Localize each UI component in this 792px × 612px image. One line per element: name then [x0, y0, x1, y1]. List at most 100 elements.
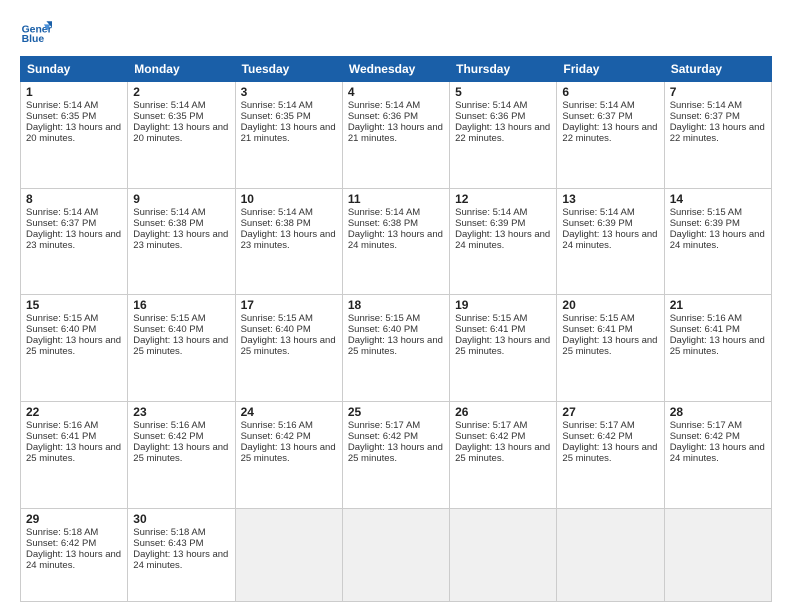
sunset-label: Sunset: 6:39 PM [562, 218, 632, 229]
day-cell-18: 18Sunrise: 5:15 AMSunset: 6:40 PMDayligh… [342, 295, 449, 402]
week-row-4: 22 Sunrise: 5:16 AM Sunset: 6:41 PM Dayligh… [21, 401, 772, 508]
weekday-header-saturday: Saturday [664, 57, 771, 82]
day-cell-16: 16Sunrise: 5:15 AMSunset: 6:40 PMDayligh… [128, 295, 235, 402]
day-number: 16 [133, 298, 229, 312]
sunrise-label: Sunrise: 5:15 AM [562, 313, 634, 324]
day-number: 4 [348, 85, 444, 99]
day-cell-14: 14Sunrise: 5:15 AMSunset: 6:39 PMDayligh… [664, 188, 771, 295]
day-cell-24: 24Sunrise: 5:16 AMSunset: 6:42 PMDayligh… [235, 401, 342, 508]
sunset-label: Sunset: 6:38 PM [133, 218, 203, 229]
sunrise-label: Sunrise: 5:14 AM [562, 207, 634, 218]
day-number: 22 [26, 405, 122, 419]
day-number: 7 [670, 85, 766, 99]
sunset-label: Sunset: 6:41 PM [26, 431, 96, 442]
sunrise-label: Sunrise: 5:14 AM [241, 100, 313, 111]
daylight-label: Daylight: 13 hours and 24 minutes. [133, 549, 228, 571]
sunset-label: Sunset: 6:39 PM [455, 218, 525, 229]
svg-text:Blue: Blue [22, 34, 45, 45]
sunrise-label: Sunrise: 5:16 AM [133, 420, 205, 431]
sunset-label: Sunset: 6:38 PM [348, 218, 418, 229]
day-cell-23: 23Sunrise: 5:16 AMSunset: 6:42 PMDayligh… [128, 401, 235, 508]
day-cell-17: 17Sunrise: 5:15 AMSunset: 6:40 PMDayligh… [235, 295, 342, 402]
sunset-label: Sunset: 6:35 PM [241, 111, 311, 122]
weekday-header-row: SundayMondayTuesdayWednesdayThursdayFrid… [21, 57, 772, 82]
daylight-label: Daylight: 13 hours and 25 minutes. [133, 442, 228, 464]
day-number: 2 [133, 85, 229, 99]
empty-cell [557, 508, 664, 601]
sunset-label: Sunset: 6:37 PM [562, 111, 632, 122]
calendar-table: SundayMondayTuesdayWednesdayThursdayFrid… [20, 56, 772, 602]
sunset-label: Sunset: 6:41 PM [670, 324, 740, 335]
sunrise-label: Sunrise: 5:16 AM [241, 420, 313, 431]
sunrise-label: Sunrise: 5:18 AM [26, 527, 98, 538]
day-cell-9: 9Sunrise: 5:14 AMSunset: 6:38 PMDaylight… [128, 188, 235, 295]
top-section: General Blue [20, 18, 772, 50]
sunrise-label: Sunrise: 5:14 AM [455, 207, 527, 218]
sunrise-label: Sunrise: 5:16 AM [670, 313, 742, 324]
sunrise-label: Sunrise: 5:14 AM [133, 100, 205, 111]
sunrise-label: Sunrise: 5:14 AM [133, 207, 205, 218]
day-cell-10: 10Sunrise: 5:14 AMSunset: 6:38 PMDayligh… [235, 188, 342, 295]
day-cell-1: 1Sunrise: 5:14 AMSunset: 6:35 PMDaylight… [21, 82, 128, 189]
day-number: 24 [241, 405, 337, 419]
sunset-label: Sunset: 6:42 PM [348, 431, 418, 442]
empty-cell [450, 508, 557, 601]
daylight-label: Daylight: 13 hours and 23 minutes. [241, 229, 336, 251]
day-cell-29: 29Sunrise: 5:18 AMSunset: 6:42 PMDayligh… [21, 508, 128, 601]
sunrise-label: Sunrise: 5:17 AM [562, 420, 634, 431]
daylight-label: Daylight: 13 hours and 20 minutes. [26, 122, 121, 144]
day-number: 8 [26, 192, 122, 206]
sunrise-label: Sunrise: 5:18 AM [133, 527, 205, 538]
sunset-label: Sunset: 6:35 PM [26, 111, 96, 122]
sunrise-label: Sunrise: 5:15 AM [455, 313, 527, 324]
sunset-label: Sunset: 6:40 PM [348, 324, 418, 335]
sunrise-label: Sunrise: 5:15 AM [26, 313, 98, 324]
daylight-label: Daylight: 13 hours and 25 minutes. [562, 335, 657, 357]
day-number: 21 [670, 298, 766, 312]
day-cell-19: 19Sunrise: 5:15 AMSunset: 6:41 PMDayligh… [450, 295, 557, 402]
week-row-2: 8Sunrise: 5:14 AMSunset: 6:37 PMDaylight… [21, 188, 772, 295]
daylight-label: Daylight: 13 hours and 22 minutes. [562, 122, 657, 144]
week-row-1: 1Sunrise: 5:14 AMSunset: 6:35 PMDaylight… [21, 82, 772, 189]
sunrise-label: Sunrise: 5:14 AM [670, 100, 742, 111]
sunset-label: Sunset: 6:35 PM [133, 111, 203, 122]
daylight-label: Daylight: 13 hours and 25 minutes. [455, 335, 550, 357]
day-number: 11 [348, 192, 444, 206]
day-cell-4: 4Sunrise: 5:14 AMSunset: 6:36 PMDaylight… [342, 82, 449, 189]
sunset-label: Sunset: 6:41 PM [562, 324, 632, 335]
day-number: 1 [26, 85, 122, 99]
daylight-label: Daylight: 13 hours and 24 minutes. [670, 229, 765, 251]
daylight-label: Daylight: 13 hours and 25 minutes. [133, 335, 228, 357]
day-cell-21: 21Sunrise: 5:16 AMSunset: 6:41 PMDayligh… [664, 295, 771, 402]
day-cell-6: 6Sunrise: 5:14 AMSunset: 6:37 PMDaylight… [557, 82, 664, 189]
day-number: 13 [562, 192, 658, 206]
day-cell-30: 30Sunrise: 5:18 AMSunset: 6:43 PMDayligh… [128, 508, 235, 601]
empty-cell [342, 508, 449, 601]
logo-icon: General Blue [20, 18, 52, 50]
sunset-label: Sunset: 6:41 PM [455, 324, 525, 335]
page: General Blue SundayMondayTuesdayWednesda… [0, 0, 792, 612]
daylight-label: Daylight: 13 hours and 24 minutes. [26, 549, 121, 571]
day-cell-20: 20Sunrise: 5:15 AMSunset: 6:41 PMDayligh… [557, 295, 664, 402]
day-cell-22: 22Sunrise: 5:16 AMSunset: 6:41 PMDayligh… [21, 401, 128, 508]
day-cell-8: 8Sunrise: 5:14 AMSunset: 6:37 PMDaylight… [21, 188, 128, 295]
sunrise-label: Sunrise: 5:14 AM [348, 207, 420, 218]
daylight-label: Daylight: 13 hours and 25 minutes. [348, 335, 443, 357]
day-number: 5 [455, 85, 551, 99]
day-cell-13: 13Sunrise: 5:14 AMSunset: 6:39 PMDayligh… [557, 188, 664, 295]
day-cell-2: 2Sunrise: 5:14 AMSunset: 6:35 PMDaylight… [128, 82, 235, 189]
day-number: 6 [562, 85, 658, 99]
daylight-label: Daylight: 13 hours and 22 minutes. [670, 122, 765, 144]
daylight-label: Daylight: 13 hours and 22 minutes. [455, 122, 550, 144]
day-number: 3 [241, 85, 337, 99]
day-number: 26 [455, 405, 551, 419]
sunset-label: Sunset: 6:40 PM [133, 324, 203, 335]
sunrise-label: Sunrise: 5:15 AM [348, 313, 420, 324]
day-cell-28: 28Sunrise: 5:17 AMSunset: 6:42 PMDayligh… [664, 401, 771, 508]
weekday-header-monday: Monday [128, 57, 235, 82]
daylight-label: Daylight: 13 hours and 25 minutes. [26, 335, 121, 357]
daylight-label: Daylight: 13 hours and 25 minutes. [241, 335, 336, 357]
weekday-header-tuesday: Tuesday [235, 57, 342, 82]
weekday-header-friday: Friday [557, 57, 664, 82]
day-number: 19 [455, 298, 551, 312]
